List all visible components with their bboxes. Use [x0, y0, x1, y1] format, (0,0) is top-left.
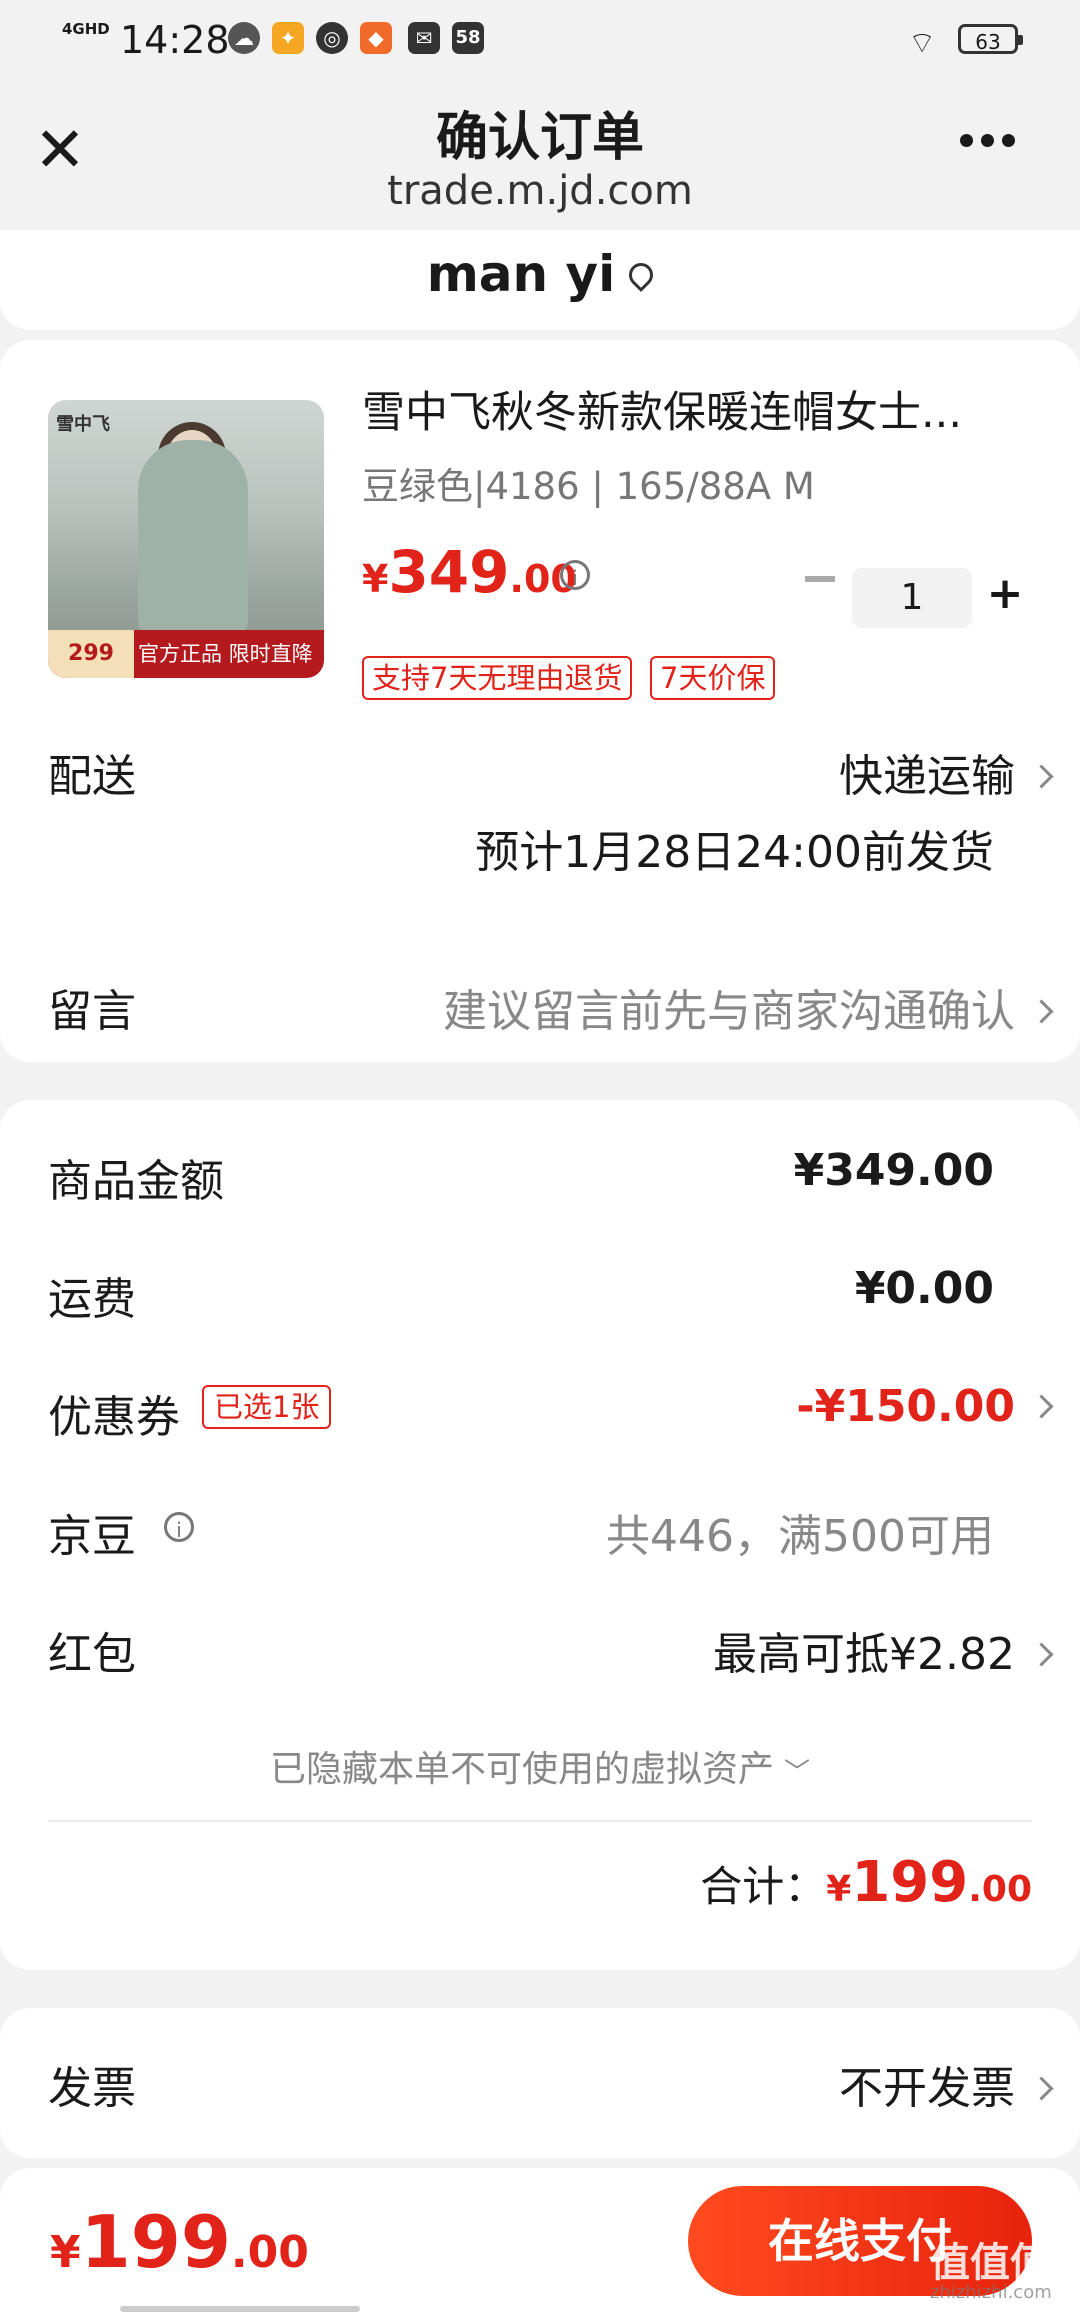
more-options-icon[interactable] — [960, 132, 1030, 152]
redpacket-value[interactable]: 最高可抵¥2.82 — [713, 1618, 1054, 1682]
quantity-input[interactable]: 1 — [852, 568, 972, 628]
chevron-down-icon: ﹀ — [784, 1758, 811, 1788]
delivery-method[interactable]: 快递运输 — [839, 740, 1054, 804]
home-indicator — [120, 2306, 360, 2312]
close-icon[interactable]: ✕ — [30, 119, 90, 181]
coupon-selected-badge: 已选1张 — [202, 1385, 332, 1429]
watermark: 值值值 — [930, 2240, 1050, 2286]
page-url: trade.m.jd.com — [387, 168, 693, 214]
shipping-value: ¥0.00 — [854, 1263, 994, 1314]
chevron-right-icon — [1029, 1394, 1054, 1419]
shipping-label: 运费 — [48, 1274, 136, 1325]
jingdou-label: 京豆 — [48, 1511, 136, 1562]
delivery-eta: 预计1月28日24:00前发货 — [475, 827, 994, 878]
chevron-right-icon — [1029, 2076, 1054, 2101]
product-price: ¥349.00 — [362, 538, 577, 606]
chevron-right-icon — [1029, 1642, 1054, 1667]
coupon-value[interactable]: -¥150.00 — [796, 1381, 1054, 1432]
chevron-right-icon — [1029, 999, 1054, 1024]
jingdou-info-icon[interactable]: i — [164, 1512, 194, 1542]
quantity-increase-button[interactable]: + — [985, 572, 1025, 616]
product-name[interactable]: 雪中飞秋冬新款保暖连帽女士... — [362, 378, 1012, 440]
message-label: 留言 — [48, 986, 136, 1037]
goods-amount-label: 商品金额 — [48, 1156, 224, 1207]
wifi-icon: ⌔ — [908, 26, 937, 61]
cloud-icon: ☁ — [228, 22, 260, 54]
product-image-banner: 官方正品 限时直降 — [138, 642, 313, 666]
watermark-url: zhizhizhi.com — [930, 2282, 1052, 2303]
invoice-label: 发票 — [48, 2063, 136, 2114]
order-total: 合计：¥199.00 — [700, 1850, 1032, 1915]
price-protect-tag: 7天价保 — [650, 656, 776, 700]
product-image-logo: 雪中飞 — [56, 414, 110, 435]
mail-icon: ✉ — [408, 22, 440, 54]
return-policy-tag: 支持7天无理由退货 — [362, 656, 633, 700]
coupon-label: 优惠券 — [48, 1392, 180, 1443]
app-notification-icon: ✦ — [272, 22, 304, 54]
page-title: 确认订单 — [435, 108, 644, 168]
network-indicator: 4GHD — [62, 20, 110, 38]
product-spec[interactable]: 豆绿色|4186 | 165/88A M — [362, 456, 815, 510]
goods-amount-value: ¥349.00 — [793, 1145, 994, 1196]
notification-badge: 58 — [452, 22, 484, 54]
status-time: 14:28 — [120, 18, 230, 62]
battery-icon: 63 — [958, 24, 1023, 54]
product-image[interactable]: 雪中飞 299 官方正品 限时直降 — [48, 400, 324, 678]
address-row[interactable]: man yi — [0, 245, 1080, 303]
app-notification-icon: ◆ — [360, 22, 392, 54]
hidden-assets-toggle[interactable]: 已隐藏本单不可使用的虚拟资产 ﹀ — [0, 1740, 1080, 1792]
chevron-right-icon — [1029, 764, 1054, 789]
message-input[interactable]: 建议留言前先与商家沟通确认 — [443, 975, 1054, 1039]
invoice-value[interactable]: 不开发票 — [839, 2052, 1054, 2116]
product-image-price: 299 — [48, 630, 134, 678]
quantity-decrease-button[interactable] — [805, 576, 835, 582]
price-info-icon[interactable]: i — [560, 560, 590, 590]
delivery-label: 配送 — [48, 751, 136, 802]
recipient-name: man yi — [426, 245, 616, 303]
app-notification-icon: ◎ — [316, 22, 348, 54]
jingdou-value: 共446，满500可用 — [606, 1511, 994, 1562]
redpacket-label: 红包 — [48, 1629, 136, 1680]
location-pin-icon — [624, 258, 659, 292]
divider — [48, 1820, 1032, 1822]
checkout-total: ¥199.00 — [50, 2200, 309, 2284]
